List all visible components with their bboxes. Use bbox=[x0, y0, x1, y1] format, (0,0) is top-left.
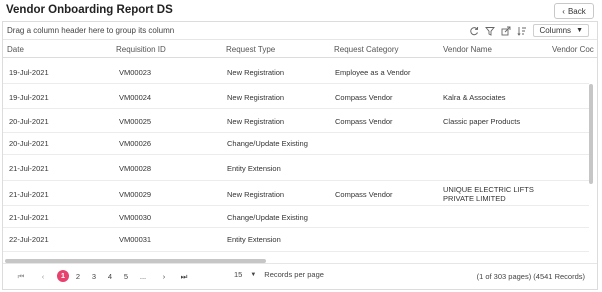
table-row[interactable]: 21-Jul-2021 VM00029 New Registration Com… bbox=[3, 181, 589, 206]
cell-id: VM00024 bbox=[119, 93, 152, 102]
data-grid: Drag a column header here to group its c… bbox=[2, 21, 598, 290]
cell-type: Change/Update Existing bbox=[227, 213, 308, 222]
group-panel[interactable]: Drag a column header here to group its c… bbox=[3, 22, 597, 40]
vertical-scrollbar[interactable] bbox=[589, 84, 593, 184]
table-row[interactable]: 20-Jul-2021 VM00026 Change/Update Existi… bbox=[3, 133, 589, 155]
header-date[interactable]: Date bbox=[7, 45, 24, 54]
header-requisition-id[interactable]: Requisition ID bbox=[116, 45, 166, 54]
cell-type: Change/Update Existing bbox=[227, 139, 308, 148]
table-row[interactable]: 22-Jul-2021 VM00031 Entity Extension bbox=[3, 228, 589, 252]
caret-down-icon: ▼ bbox=[576, 27, 583, 34]
cell-type: New Registration bbox=[227, 117, 285, 126]
page-button-5[interactable]: 5 bbox=[120, 272, 132, 281]
grid-header: Date Requisition ID Request Type Request… bbox=[3, 41, 597, 58]
cell-id: VM00028 bbox=[119, 164, 152, 173]
header-request-category[interactable]: Request Category bbox=[334, 45, 398, 54]
cell-type: Entity Extension bbox=[227, 164, 281, 173]
columns-label: Columns bbox=[539, 26, 572, 35]
page-button-2[interactable]: 2 bbox=[72, 272, 84, 281]
table-row[interactable]: 19-Jul-2021 VM00023 New Registration Emp… bbox=[3, 59, 589, 84]
page-button-1[interactable]: 1 bbox=[57, 270, 69, 282]
cell-id: VM00029 bbox=[119, 190, 152, 199]
next-page-icon[interactable]: › bbox=[158, 272, 170, 281]
cell-date: 19-Jul-2021 bbox=[9, 68, 49, 77]
last-page-icon[interactable]: ⏭ bbox=[178, 272, 190, 282]
table-row[interactable]: 20-Jul-2021 VM00025 New Registration Com… bbox=[3, 109, 589, 133]
columns-dropdown[interactable]: Columns ▼ bbox=[533, 24, 589, 37]
table-row[interactable]: 21-Jul-2021 VM00028 Entity Extension bbox=[3, 155, 589, 181]
cell-id: VM00025 bbox=[119, 117, 152, 126]
cell-id: VM00026 bbox=[119, 139, 152, 148]
cell-vendor: Kalra & Associates bbox=[443, 93, 506, 102]
cell-date: 21-Jul-2021 bbox=[9, 213, 49, 222]
filter-icon[interactable] bbox=[485, 26, 496, 36]
back-button[interactable]: ‹ Back bbox=[554, 3, 594, 19]
grid-body: 19-Jul-2021 VM00023 New Registration Emp… bbox=[3, 59, 589, 259]
cell-category: Employee as a Vendor bbox=[335, 68, 411, 77]
cell-category: Compass Vendor bbox=[335, 190, 393, 199]
cell-date: 21-Jul-2021 bbox=[9, 164, 49, 173]
cell-id: VM00030 bbox=[119, 213, 152, 222]
first-page-icon[interactable]: ⏮ bbox=[15, 272, 27, 282]
table-row[interactable]: 19-Jul-2021 VM00024 New Registration Com… bbox=[3, 84, 589, 109]
cell-date: 21-Jul-2021 bbox=[9, 190, 49, 199]
page-button-4[interactable]: 4 bbox=[104, 272, 116, 281]
chevron-left-icon: ‹ bbox=[562, 6, 565, 16]
sort-icon[interactable] bbox=[517, 26, 527, 36]
cell-id: VM00023 bbox=[119, 68, 152, 77]
group-hint: Drag a column header here to group its c… bbox=[7, 26, 175, 35]
cell-type: Entity Extension bbox=[227, 235, 281, 244]
cell-category: Compass Vendor bbox=[335, 117, 393, 126]
cell-date: 20-Jul-2021 bbox=[9, 117, 49, 126]
export-icon[interactable] bbox=[501, 26, 511, 36]
refresh-icon[interactable] bbox=[469, 26, 479, 36]
cell-date: 22-Jul-2021 bbox=[9, 235, 49, 244]
prev-page-icon[interactable]: ‹ bbox=[37, 272, 49, 281]
header-request-type[interactable]: Request Type bbox=[226, 45, 275, 54]
back-label: Back bbox=[567, 6, 586, 16]
pagination: ⏮ ‹ 1 2 3 4 5 ... › ⏭ 15 ▼ Records per p… bbox=[3, 263, 597, 289]
cell-vendor: Classic paper Products bbox=[443, 117, 521, 126]
page-size-value: 15 bbox=[234, 270, 243, 279]
cell-type: New Registration bbox=[227, 68, 285, 77]
cell-category: Compass Vendor bbox=[335, 93, 393, 102]
header-vendor-name[interactable]: Vendor Name bbox=[443, 45, 492, 54]
cell-id: VM00031 bbox=[119, 235, 152, 244]
cell-type: New Registration bbox=[227, 93, 285, 102]
cell-vendor: UNIQUE ELECTRIC LIFTS PRIVATE LIMITED bbox=[443, 185, 534, 203]
more-pages-button[interactable]: ... bbox=[137, 272, 149, 281]
table-row[interactable]: 21-Jul-2021 VM00030 Change/Update Existi… bbox=[3, 206, 589, 228]
page-size-selector[interactable]: 15 ▼ Records per page bbox=[234, 270, 324, 279]
cell-date: 20-Jul-2021 bbox=[9, 139, 49, 148]
records-summary: (1 of 303 pages) (4541 Records) bbox=[476, 272, 585, 281]
page-size-label: Records per page bbox=[264, 270, 324, 279]
grid-toolbar: Columns ▼ bbox=[469, 24, 589, 37]
cell-date: 19-Jul-2021 bbox=[9, 93, 49, 102]
page-title: Vendor Onboarding Report DS bbox=[6, 4, 173, 16]
header-vendor-code[interactable]: Vendor Coc bbox=[552, 45, 594, 54]
cell-type: New Registration bbox=[227, 190, 285, 199]
caret-down-icon: ▼ bbox=[250, 271, 257, 278]
page-button-3[interactable]: 3 bbox=[88, 272, 100, 281]
